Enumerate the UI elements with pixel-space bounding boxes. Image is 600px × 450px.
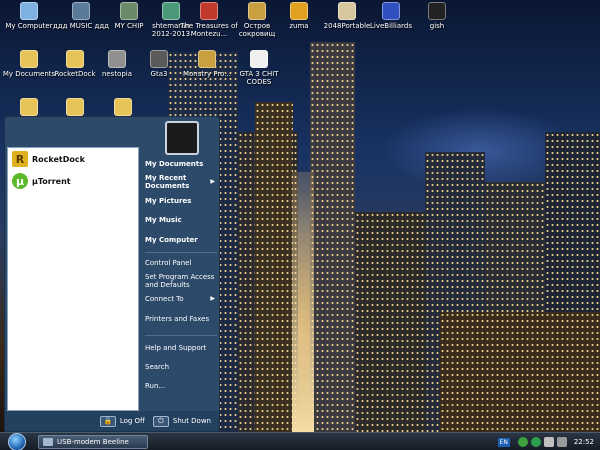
task-label: USB-modem Beeline	[57, 438, 129, 446]
log-off-label: Log Off	[119, 417, 145, 425]
menu-my-documents[interactable]: My Documents	[143, 157, 219, 171]
desktop-icon-label: GTA 3 CHIT CODES	[239, 70, 279, 86]
desktop-icon-label: MY CHIP	[114, 22, 144, 30]
desktop-shortcut-icon	[428, 2, 446, 20]
desktop-shortcut-icon	[20, 2, 38, 20]
desktop-shortcut-icon	[200, 2, 218, 20]
desktop-shortcut-icon	[162, 2, 180, 20]
menu-label: My Documents	[145, 160, 204, 168]
menu-label: Help and Support	[145, 344, 207, 352]
menu-label: My Pictures	[145, 197, 192, 205]
menu-label: My Music	[145, 216, 182, 224]
menu-my-computer[interactable]: My Computer	[143, 231, 219, 249]
network-icon[interactable]	[517, 437, 528, 447]
desktop-icon-label: My Computer	[5, 22, 53, 30]
modem-icon	[43, 438, 53, 446]
menu-control-panel[interactable]: Control Panel	[143, 256, 219, 270]
desktop-icon[interactable]: gish	[408, 2, 466, 30]
power-icon: ⏻	[152, 415, 169, 427]
start-menu-programs-pane: R RocketDock µ µTorrent	[7, 147, 139, 411]
desktop-shortcut-icon	[72, 2, 90, 20]
desktop-shortcut-icon	[290, 2, 308, 20]
system-tray: EN 22:52	[497, 433, 600, 450]
menu-label: Search	[145, 363, 170, 371]
menu-my-recent-documents[interactable]: My Recent Documents ▶	[143, 171, 219, 193]
desktop-icon-label: zuma	[289, 22, 309, 30]
user-picture[interactable]	[165, 121, 199, 155]
shut-down-label: Shut Down	[172, 417, 211, 425]
desktop-shortcut-icon	[382, 2, 400, 20]
language-indicator[interactable]: EN	[497, 437, 510, 447]
rocketdock-icon: R	[12, 151, 28, 167]
utorrent-icon: µ	[12, 173, 28, 189]
desktop-icon-label: LiveBilliards	[369, 22, 412, 30]
building	[355, 212, 425, 432]
desktop-shortcut-icon	[20, 50, 38, 68]
menu-label: Set Program Access and Defaults	[145, 273, 215, 289]
desktop-icon[interactable]: GTA 3 CHIT CODES	[230, 50, 288, 86]
desktop-icon-label: nestopia	[101, 70, 133, 78]
menu-label: Printers and Faxes	[145, 315, 210, 323]
program-rocketdock[interactable]: R RocketDock	[8, 148, 138, 170]
menu-label: Control Panel	[145, 259, 192, 267]
desktop-shortcut-icon	[120, 2, 138, 20]
menu-search[interactable]: Search	[143, 357, 219, 377]
avenue-lights	[292, 172, 314, 432]
menu-separator	[145, 252, 217, 253]
desktop-shortcut-icon	[338, 2, 356, 20]
building	[440, 312, 600, 432]
tray-app-icon[interactable]	[543, 437, 554, 447]
menu-help-and-support[interactable]: Help and Support	[143, 339, 219, 357]
log-off-button[interactable]: 🔒 Log Off	[99, 415, 145, 427]
start-menu-footer: 🔒 Log Off ⏻ Shut Down	[5, 411, 219, 431]
taskbar: USB-modem Beeline EN 22:52	[0, 432, 600, 450]
desktop-icon[interactable]: Monstry Pro...	[178, 50, 236, 78]
menu-run[interactable]: Run...	[143, 377, 219, 395]
menu-separator	[145, 335, 217, 336]
shut-down-button[interactable]: ⏻ Shut Down	[152, 415, 211, 427]
taskbar-button-usb-modem[interactable]: USB-modem Beeline	[38, 435, 148, 449]
desktop-icon-label: gish	[429, 22, 445, 30]
volume-icon[interactable]	[556, 437, 567, 447]
menu-label: Connect To	[145, 295, 184, 303]
menu-printers-and-faxes[interactable]: Printers and Faxes	[143, 306, 219, 332]
menu-my-music[interactable]: My Music	[143, 209, 219, 231]
desktop-shortcut-icon	[198, 50, 216, 68]
menu-my-pictures[interactable]: My Pictures	[143, 193, 219, 209]
chevron-right-icon: ▶	[210, 178, 215, 185]
log-off-icon: 🔒	[99, 415, 116, 427]
desktop-shortcut-icon	[66, 98, 84, 116]
desktop-shortcut-icon	[150, 50, 168, 68]
menu-label: My Recent Documents	[145, 174, 190, 190]
desktop-shortcut-icon	[248, 2, 266, 20]
desktop-shortcut-icon	[20, 98, 38, 116]
program-label: µTorrent	[32, 176, 71, 186]
desktop-shortcut-icon	[108, 50, 126, 68]
program-utorrent[interactable]: µ µTorrent	[8, 170, 138, 192]
menu-set-program-access[interactable]: Set Program Access and Defaults	[143, 270, 219, 292]
desktop-icon-label: Gta3	[150, 70, 168, 78]
desktop-icon-label: Monstry Pro...	[182, 70, 232, 78]
desktop-shortcut-icon	[250, 50, 268, 68]
menu-connect-to[interactable]: Connect To ▶	[143, 292, 219, 306]
chevron-right-icon: ▶	[210, 295, 215, 302]
start-menu-places-pane: My Documents My Recent Documents ▶ My Pic…	[143, 157, 219, 395]
desktop-shortcut-icon	[66, 50, 84, 68]
start-menu: R RocketDock µ µTorrent My Documents My …	[4, 116, 220, 432]
desktop-icon[interactable]: My Computer	[0, 2, 58, 30]
building	[310, 42, 355, 432]
menu-label: Run...	[145, 382, 166, 390]
program-label: RocketDock	[32, 154, 85, 164]
desktop-shortcut-icon	[114, 98, 132, 116]
security-icon[interactable]	[530, 437, 541, 447]
menu-label: My Computer	[145, 236, 198, 244]
clock[interactable]: 22:52	[574, 438, 594, 446]
start-button[interactable]	[8, 433, 26, 450]
building	[255, 102, 293, 432]
